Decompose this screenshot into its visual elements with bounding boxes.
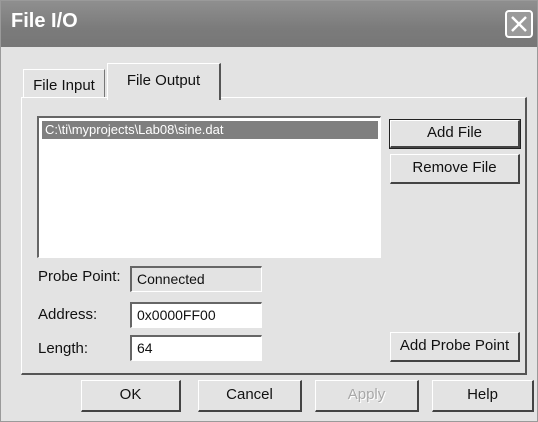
length-label: Length:	[38, 340, 89, 357]
ok-button[interactable]: OK	[81, 380, 181, 412]
tab-file-input[interactable]: File Input	[23, 69, 105, 99]
window-title: File I/O	[11, 10, 78, 32]
help-button[interactable]: Help	[432, 380, 534, 412]
list-item[interactable]: C:\ti\myprojects\Lab08\sine.dat	[42, 121, 378, 139]
apply-button: Apply	[315, 380, 419, 412]
close-icon	[511, 16, 527, 32]
remove-file-button[interactable]: Remove File	[390, 154, 520, 184]
probe-point-field: Connected	[130, 266, 262, 292]
title-bar[interactable]: File I/O	[1, 1, 537, 47]
probe-point-label: Probe Point:	[38, 268, 121, 285]
add-probe-point-button[interactable]: Add Probe Point	[390, 332, 520, 362]
address-label: Address:	[38, 306, 98, 323]
file-list[interactable]: C:\ti\myprojects\Lab08\sine.dat	[37, 116, 381, 258]
file-io-dialog: File I/O File Input File Output C:\ti\my…	[0, 0, 538, 422]
length-field[interactable]: 64	[130, 335, 262, 361]
add-file-button[interactable]: Add File	[389, 119, 521, 149]
close-button[interactable]	[505, 10, 533, 38]
cancel-button[interactable]: Cancel	[198, 380, 302, 412]
tab-file-output[interactable]: File Output	[107, 63, 221, 100]
address-field[interactable]: 0x0000FF00	[130, 302, 262, 328]
